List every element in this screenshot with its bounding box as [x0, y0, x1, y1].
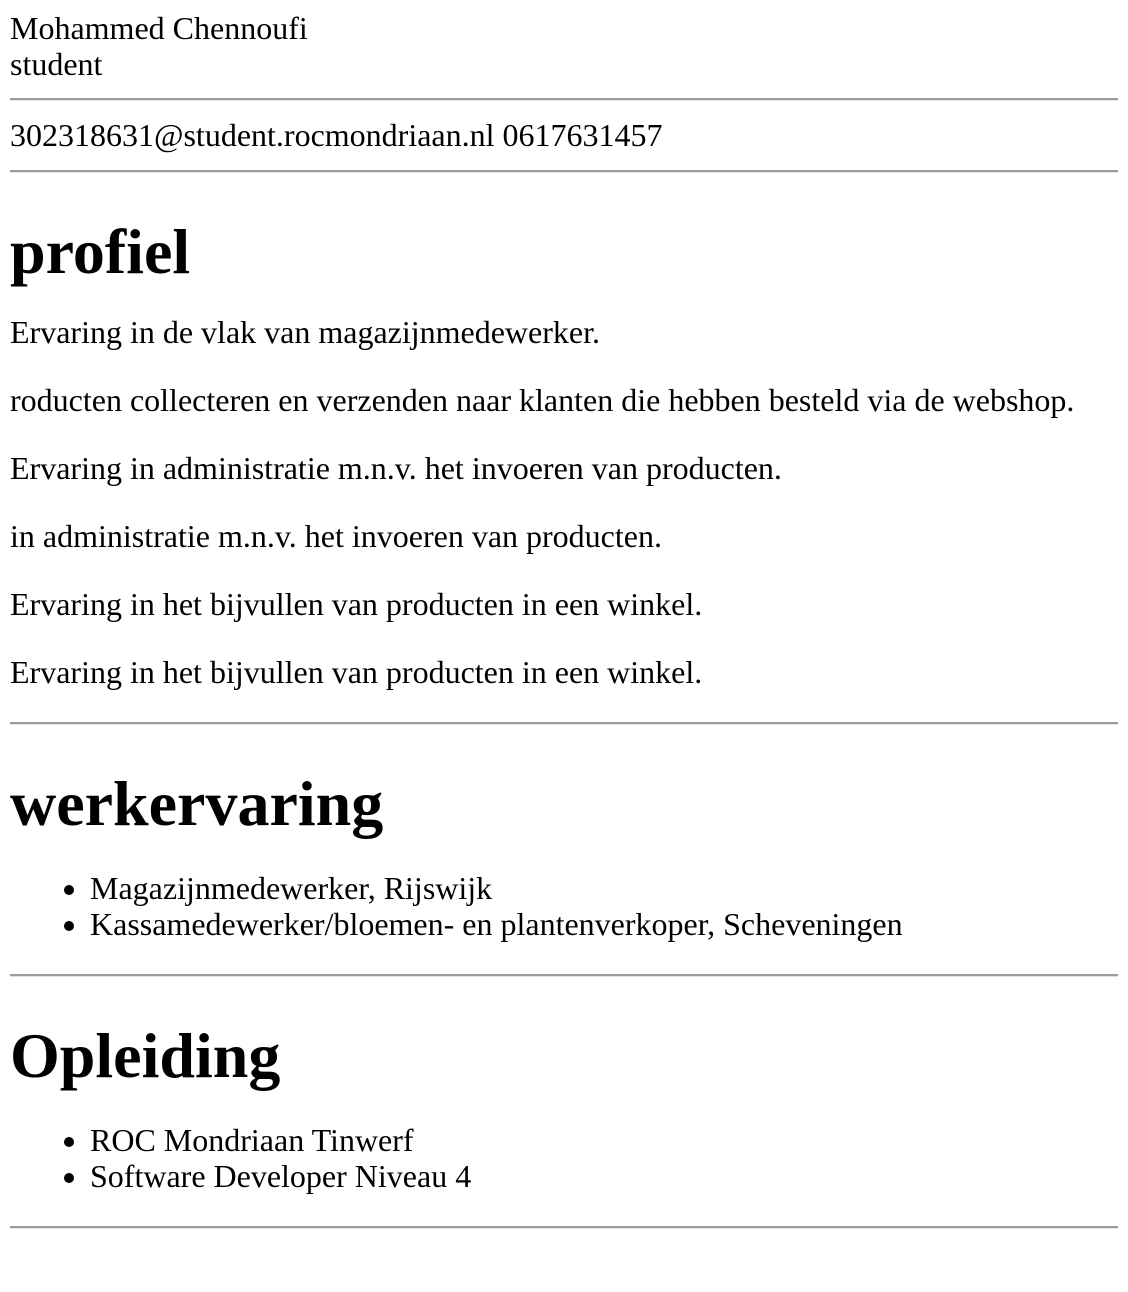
profile-heading: profiel — [10, 216, 191, 287]
contact-line: 302318631@student.rocmondriaan.nl 061763… — [10, 117, 663, 153]
profile-paragraph: Ervaring in de vlak van magazijnmedewerk… — [10, 314, 600, 350]
work-item: Kassamedewerker/bloemen- en plantenverko… — [90, 906, 1118, 942]
work-heading: werkervaring — [10, 768, 384, 839]
profile-section: Ervaring in de vlak van magazijnmedewerk… — [10, 314, 1118, 690]
work-list: Magazijnmedewerker, Rijswijk Kassamedewe… — [10, 870, 1118, 942]
profile-paragraph: roducten collecteren en verzenden naar k… — [10, 382, 1075, 418]
education-list: ROC Mondriaan Tinwerf Software Developer… — [10, 1122, 1118, 1194]
profile-paragraph: in administratie m.n.v. het invoeren van… — [10, 518, 662, 554]
cv-page: Mohammed Chennoufi student 302318631@stu… — [0, 0, 1128, 1228]
divider — [10, 722, 1118, 724]
divider — [10, 974, 1118, 976]
person-role: student — [10, 46, 103, 82]
education-item: Software Developer Niveau 4 — [90, 1158, 1118, 1194]
profile-paragraph: Ervaring in administratie m.n.v. het inv… — [10, 450, 782, 486]
profile-paragraph: Ervaring in het bijvullen van producten … — [10, 654, 703, 690]
education-heading: Opleiding — [10, 1020, 281, 1091]
person-name: Mohammed Chennoufi — [10, 10, 308, 46]
divider — [10, 170, 1118, 172]
education-item: ROC Mondriaan Tinwerf — [90, 1122, 1118, 1158]
work-item: Magazijnmedewerker, Rijswijk — [90, 870, 1118, 906]
divider — [10, 98, 1118, 100]
divider — [10, 1226, 1118, 1228]
profile-paragraph: Ervaring in het bijvullen van producten … — [10, 586, 703, 622]
